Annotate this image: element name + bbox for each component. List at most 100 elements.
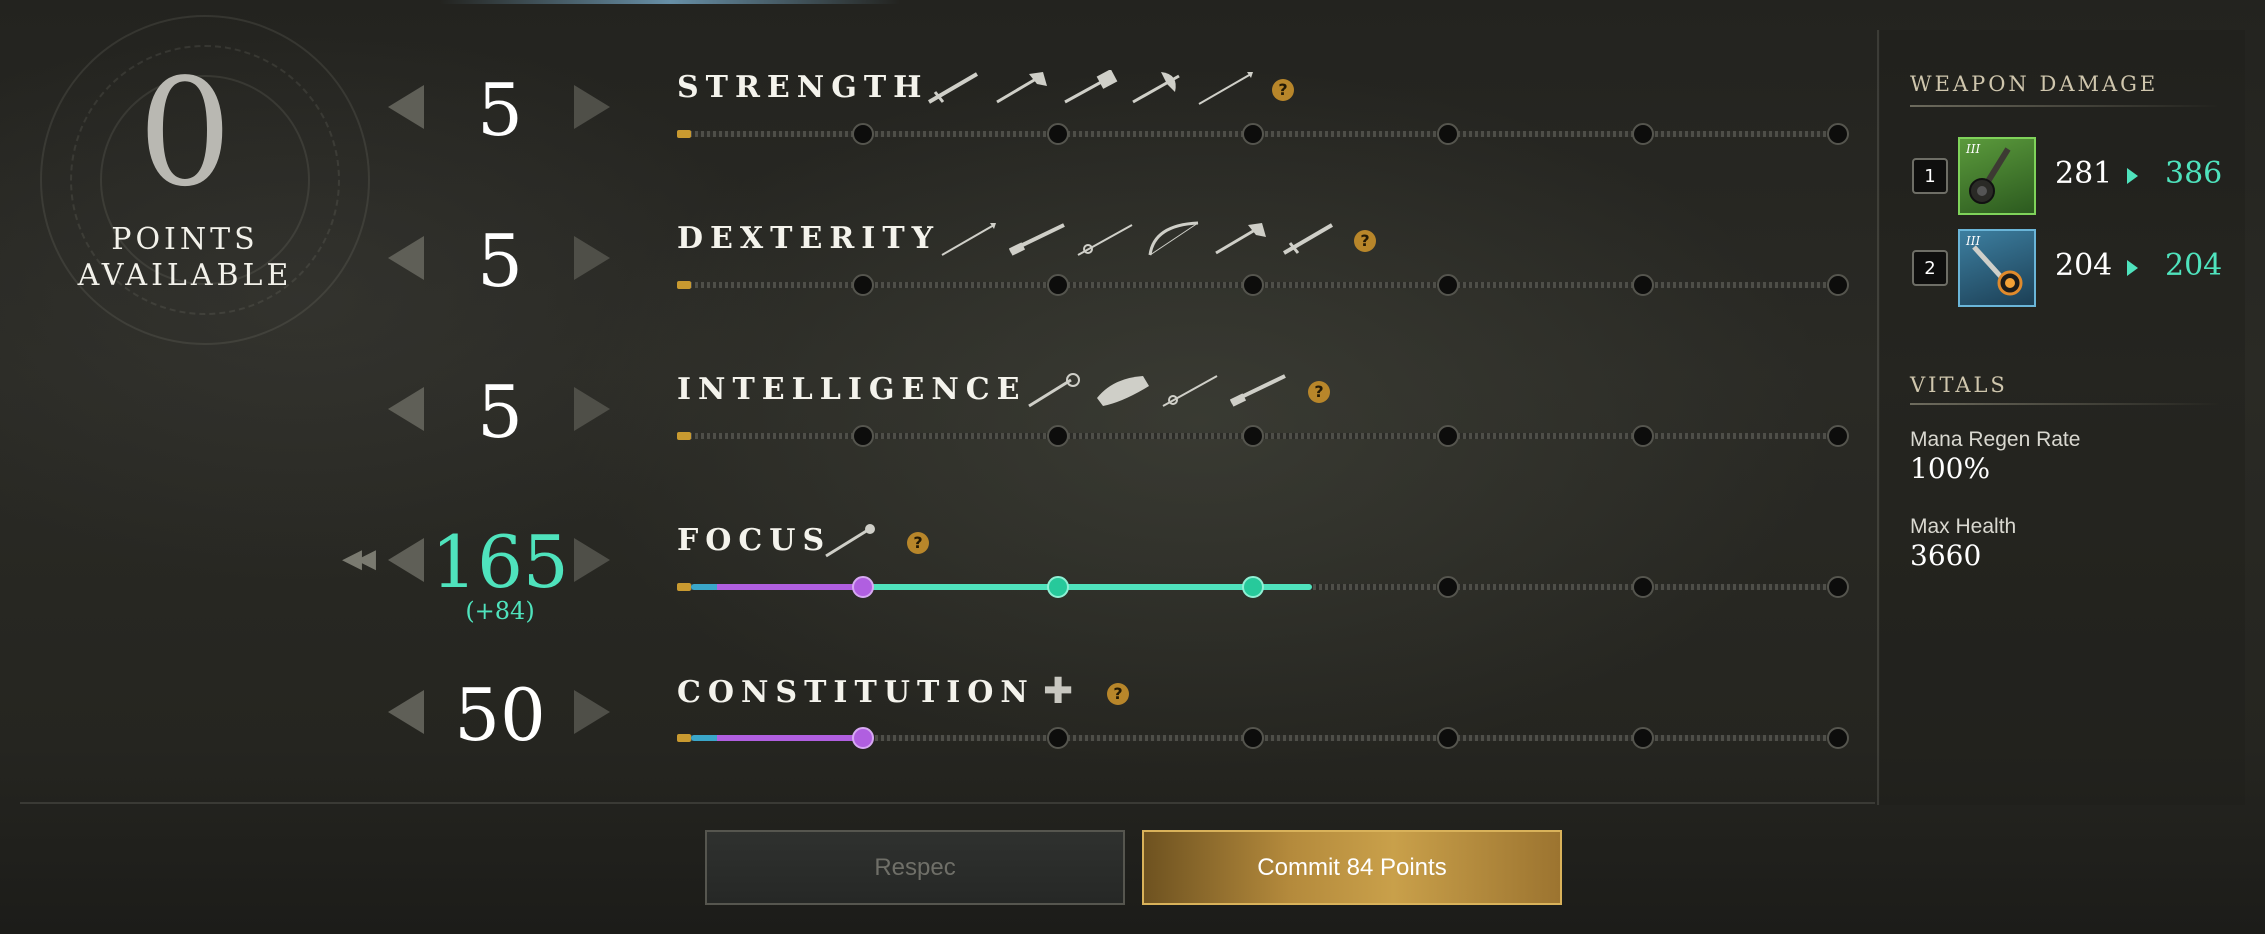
bow-icon (1148, 221, 1199, 256)
weapon-1-current-damage: 281 (2055, 156, 2113, 191)
milestone-node[interactable] (1047, 425, 1069, 447)
health-plus-icon: ✚ (1043, 671, 1074, 712)
ice-gauntlet-icon (1097, 376, 1149, 406)
decrease-strength-button[interactable] (388, 85, 424, 129)
fire-staff-icon (1028, 373, 1080, 408)
weapon-damage-rule (1910, 105, 2220, 107)
track-start-marker (677, 583, 691, 591)
milestone-node[interactable] (1827, 274, 1849, 296)
strength-value: 5 (477, 68, 523, 152)
milestone-node[interactable] (1047, 576, 1069, 598)
milestone-node[interactable] (1827, 727, 1849, 749)
strength-weapon-icons (925, 70, 1255, 106)
milestone-node[interactable] (1047, 274, 1069, 296)
milestone-node[interactable] (1242, 425, 1264, 447)
milestone-node[interactable] (1242, 727, 1264, 749)
svg-text:III: III (1965, 234, 1980, 248)
musket-icon (1229, 374, 1286, 407)
top-glow-decoration (440, 0, 900, 4)
milestone-node[interactable] (852, 576, 874, 598)
track-start-marker (677, 432, 691, 440)
points-available-label: POINTS AVAILABLE (77, 222, 293, 293)
milestone-node[interactable] (1827, 425, 1849, 447)
increase-focus-button[interactable] (574, 538, 610, 582)
max-health-value: 3660 (1910, 539, 1982, 572)
track-start-marker (677, 734, 691, 742)
intelligence-help-icon[interactable]: ? (1308, 381, 1330, 403)
intelligence-progress-track (677, 425, 1849, 447)
weapon-2-new-damage: 204 (2165, 248, 2223, 283)
milestone-node[interactable] (1632, 123, 1654, 145)
milestone-node[interactable] (852, 727, 874, 749)
strength-progress-track (677, 123, 1849, 145)
rapier-icon (1162, 375, 1218, 407)
milestone-node[interactable] (1242, 274, 1264, 296)
decrease-focus-button[interactable] (388, 538, 424, 582)
dexterity-value: 5 (477, 219, 523, 303)
milestone-node[interactable] (1632, 274, 1654, 296)
decrease-constitution-button[interactable] (388, 690, 424, 734)
decrease-dexterity-button[interactable] (388, 236, 424, 280)
intelligence-value: 5 (477, 370, 523, 454)
milestone-node[interactable] (1242, 576, 1264, 598)
milestone-node[interactable] (1242, 123, 1264, 145)
focus-bonus: (+84) (465, 597, 535, 625)
dexterity-label: DEXTERITY (677, 221, 941, 256)
milestone-node[interactable] (1437, 274, 1459, 296)
strength-help-icon[interactable]: ? (1272, 79, 1294, 101)
stats-side-panel: WEAPON DAMAGE 1 III 281 386 2 III 204 20… (1880, 30, 2245, 805)
hatchet-icon (1215, 223, 1266, 255)
milestone-node[interactable] (1632, 727, 1654, 749)
milestone-node[interactable] (1827, 576, 1849, 598)
constitution-help-icon[interactable]: ? (1107, 683, 1129, 705)
constitution-label: CONSTITUTION (677, 675, 1035, 710)
points-available-value: 0 (137, 47, 233, 219)
milestone-node[interactable] (1437, 576, 1459, 598)
milestone-node[interactable] (1047, 727, 1069, 749)
decrease-intelligence-button[interactable] (388, 387, 424, 431)
milestone-node[interactable] (852, 123, 874, 145)
increase-dexterity-button[interactable] (574, 236, 610, 280)
great-axe-icon (1132, 72, 1180, 104)
focus-help-icon[interactable]: ? (907, 532, 929, 554)
dexterity-help-icon[interactable]: ? (1354, 230, 1376, 252)
musket-icon (1008, 223, 1065, 256)
intelligence-label: INTELLIGENCE (677, 372, 1027, 407)
milestone-node[interactable] (852, 425, 874, 447)
svg-text:III: III (1965, 142, 1980, 156)
war-hammer-icon (1064, 70, 1118, 104)
sword-icon (1282, 223, 1334, 255)
rapier-icon (1077, 224, 1133, 256)
track-fill (691, 584, 1312, 590)
increase-intelligence-button[interactable] (574, 387, 610, 431)
focus-progress-track (677, 576, 1849, 598)
respec-button[interactable]: Respec (705, 830, 1125, 905)
milestone-node[interactable] (1437, 425, 1459, 447)
milestone-node[interactable] (1437, 727, 1459, 749)
milestone-node[interactable] (1047, 123, 1069, 145)
dexterity-weapon-icons (940, 221, 1338, 257)
milestone-node[interactable] (1827, 123, 1849, 145)
max-health-label: Max Health (1910, 515, 2017, 538)
increase-constitution-button[interactable] (574, 690, 610, 734)
weapon-2-current-damage: 204 (2055, 248, 2113, 283)
milestone-node[interactable] (1632, 425, 1654, 447)
hatchet-icon (996, 72, 1047, 104)
milestone-node[interactable] (1437, 123, 1459, 145)
life-staff-icon (825, 524, 875, 558)
weapon-slot-1[interactable]: III (1958, 137, 2036, 215)
mana-regen-value: 100% (1910, 452, 1991, 485)
commit-points-button[interactable]: Commit 84 Points (1142, 830, 1562, 905)
footer-divider (20, 802, 1875, 804)
increase-strength-button[interactable] (574, 85, 610, 129)
vitals-heading: VITALS (1910, 373, 2008, 397)
intelligence-weapon-icons (1025, 372, 1287, 408)
spear-icon (1198, 72, 1253, 105)
strength-label: STRENGTH (677, 70, 929, 105)
weapon-slot-2-number: 2 (1912, 250, 1948, 286)
milestone-node[interactable] (1632, 576, 1654, 598)
weapon-slot-2[interactable]: III (1958, 229, 2036, 307)
max-decrease-focus-button[interactable]: ◀◀ (342, 544, 376, 574)
milestone-node[interactable] (852, 274, 874, 296)
focus-weapon-icons (822, 522, 880, 558)
